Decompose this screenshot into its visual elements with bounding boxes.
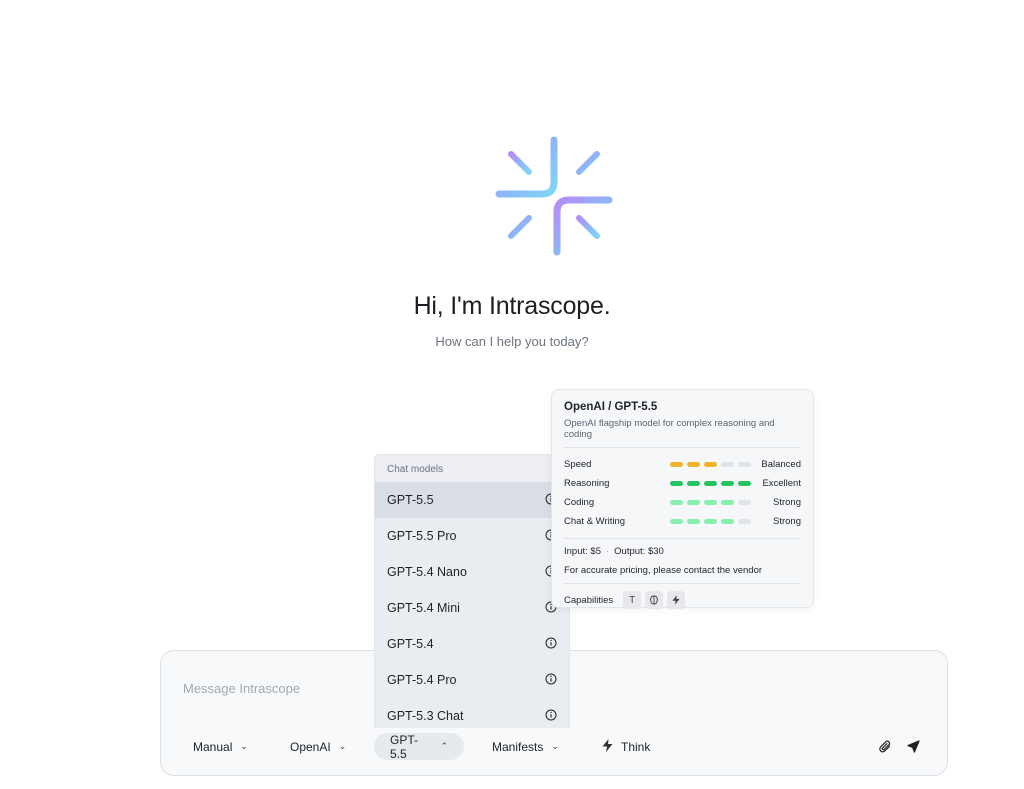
- model-option[interactable]: GPT-5.5 Pro: [375, 518, 569, 554]
- model-option-label: GPT-5.4 Pro: [387, 673, 457, 687]
- message-input[interactable]: Message Intrascope: [183, 681, 300, 696]
- output-price: Output: $30: [614, 546, 664, 557]
- model-option[interactable]: GPT-5.3 Chat: [375, 698, 569, 728]
- level-segment: [721, 481, 734, 486]
- model-detail-card: OpenAI / GPT-5.5 OpenAI flagship model f…: [551, 389, 814, 609]
- metric-level-bar: [670, 481, 751, 486]
- separator-dot: ·: [605, 546, 610, 557]
- manifests-label: Manifests: [492, 739, 544, 754]
- level-segment: [738, 462, 751, 467]
- card-title: OpenAI / GPT-5.5: [564, 401, 658, 413]
- model-option-label: GPT-5.5 Pro: [387, 529, 457, 543]
- metric-level-bar: [670, 500, 751, 505]
- think-toggle[interactable]: Think: [586, 733, 666, 760]
- bolt-icon: [602, 738, 613, 755]
- model-option[interactable]: GPT-5.4: [375, 626, 569, 662]
- metric-name: Chat & Writing: [564, 516, 626, 527]
- level-segment: [670, 462, 683, 467]
- chevron-down-icon: ⌄: [551, 741, 559, 751]
- info-icon[interactable]: [545, 709, 557, 724]
- level-segment: [721, 462, 734, 467]
- level-segment: [670, 500, 683, 505]
- provider-label: OpenAI: [290, 739, 331, 754]
- level-segment: [738, 481, 751, 486]
- model-label: GPT-5.5: [390, 732, 419, 761]
- think-label: Think: [621, 739, 651, 754]
- card-description: OpenAI flagship model for complex reason…: [564, 418, 775, 440]
- chevron-down-icon: ⌄: [338, 741, 347, 751]
- level-segment: [704, 500, 717, 505]
- level-segment: [687, 462, 700, 467]
- model-option[interactable]: GPT-5.4 Mini: [375, 590, 569, 626]
- divider: [564, 538, 801, 539]
- metric-row: Reasoning Excellent: [564, 474, 801, 493]
- metric-label: Strong: [773, 497, 801, 508]
- level-segment: [687, 519, 700, 524]
- model-selector[interactable]: GPT-5.5 ⌃: [374, 732, 464, 761]
- divider: [564, 583, 801, 584]
- send-icon[interactable]: [904, 737, 922, 755]
- model-option-label: GPT-5.4 Nano: [387, 565, 467, 579]
- chevron-down-icon: ⌄: [240, 741, 248, 751]
- model-dropdown: Chat models GPT-5.5 GPT-5.5 Pro GPT-5.4 Na…: [374, 454, 570, 728]
- greeting-subtitle: How can I help you today?: [435, 334, 589, 349]
- metric-row: Speed Balanced: [564, 455, 801, 474]
- metric-label: Excellent: [762, 478, 801, 489]
- capabilities-row: Capabilities T: [564, 591, 801, 609]
- chevron-up-icon: ⌃: [440, 741, 448, 751]
- metric-name: Reasoning: [564, 478, 610, 489]
- provider-selector[interactable]: OpenAI ⌄: [274, 733, 362, 760]
- metric-level-bar: [670, 462, 751, 467]
- level-segment: [687, 500, 700, 505]
- level-segment: [738, 500, 751, 505]
- level-segment: [670, 519, 683, 524]
- text-icon: T: [623, 591, 642, 609]
- metric-row: Coding Strong: [564, 493, 801, 512]
- pricing-note: For accurate pricing, please contact the…: [564, 565, 763, 576]
- level-segment: [670, 481, 683, 486]
- model-option[interactable]: GPT-5.4 Nano: [375, 554, 569, 590]
- metric-label: Strong: [773, 516, 801, 527]
- metric-row: Chat & Writing Strong: [564, 512, 801, 531]
- info-icon[interactable]: [545, 673, 557, 688]
- menu-header: Chat models: [375, 455, 569, 482]
- level-segment: [721, 500, 734, 505]
- metric-label: Balanced: [761, 459, 801, 470]
- level-segment: [738, 519, 751, 524]
- metric-level-bar: [670, 519, 751, 524]
- manifests-selector[interactable]: Manifests ⌄: [476, 733, 575, 760]
- level-segment: [704, 481, 717, 486]
- mode-label: Manual: [193, 739, 233, 754]
- level-segment: [687, 481, 700, 486]
- brain-icon: [645, 591, 664, 609]
- model-option-label: GPT-5.5: [387, 493, 434, 507]
- model-option-label: GPT-5.3 Chat: [387, 709, 464, 723]
- input-price: Input: $5: [564, 546, 601, 557]
- attach-icon[interactable]: [876, 737, 894, 755]
- model-option-label: GPT-5.4 Mini: [387, 601, 460, 615]
- pricing-row: Input: $5 · Output: $30: [564, 546, 801, 557]
- model-option[interactable]: GPT-5.5: [375, 482, 569, 518]
- divider: [564, 447, 801, 448]
- level-segment: [721, 519, 734, 524]
- info-icon[interactable]: [545, 637, 557, 652]
- model-option[interactable]: GPT-5.4 Pro: [375, 662, 569, 698]
- intrascope-logo: [495, 136, 613, 256]
- model-option-label: GPT-5.4: [387, 637, 434, 651]
- metric-name: Coding: [564, 497, 595, 508]
- level-segment: [704, 462, 717, 467]
- greeting-title: Hi, I'm Intrascope.: [413, 292, 611, 320]
- metric-name: Speed: [564, 459, 592, 470]
- capabilities-label: Capabilities: [564, 594, 614, 606]
- bolt-icon: [667, 591, 686, 609]
- level-segment: [704, 519, 717, 524]
- mode-selector[interactable]: Manual ⌄: [177, 733, 264, 760]
